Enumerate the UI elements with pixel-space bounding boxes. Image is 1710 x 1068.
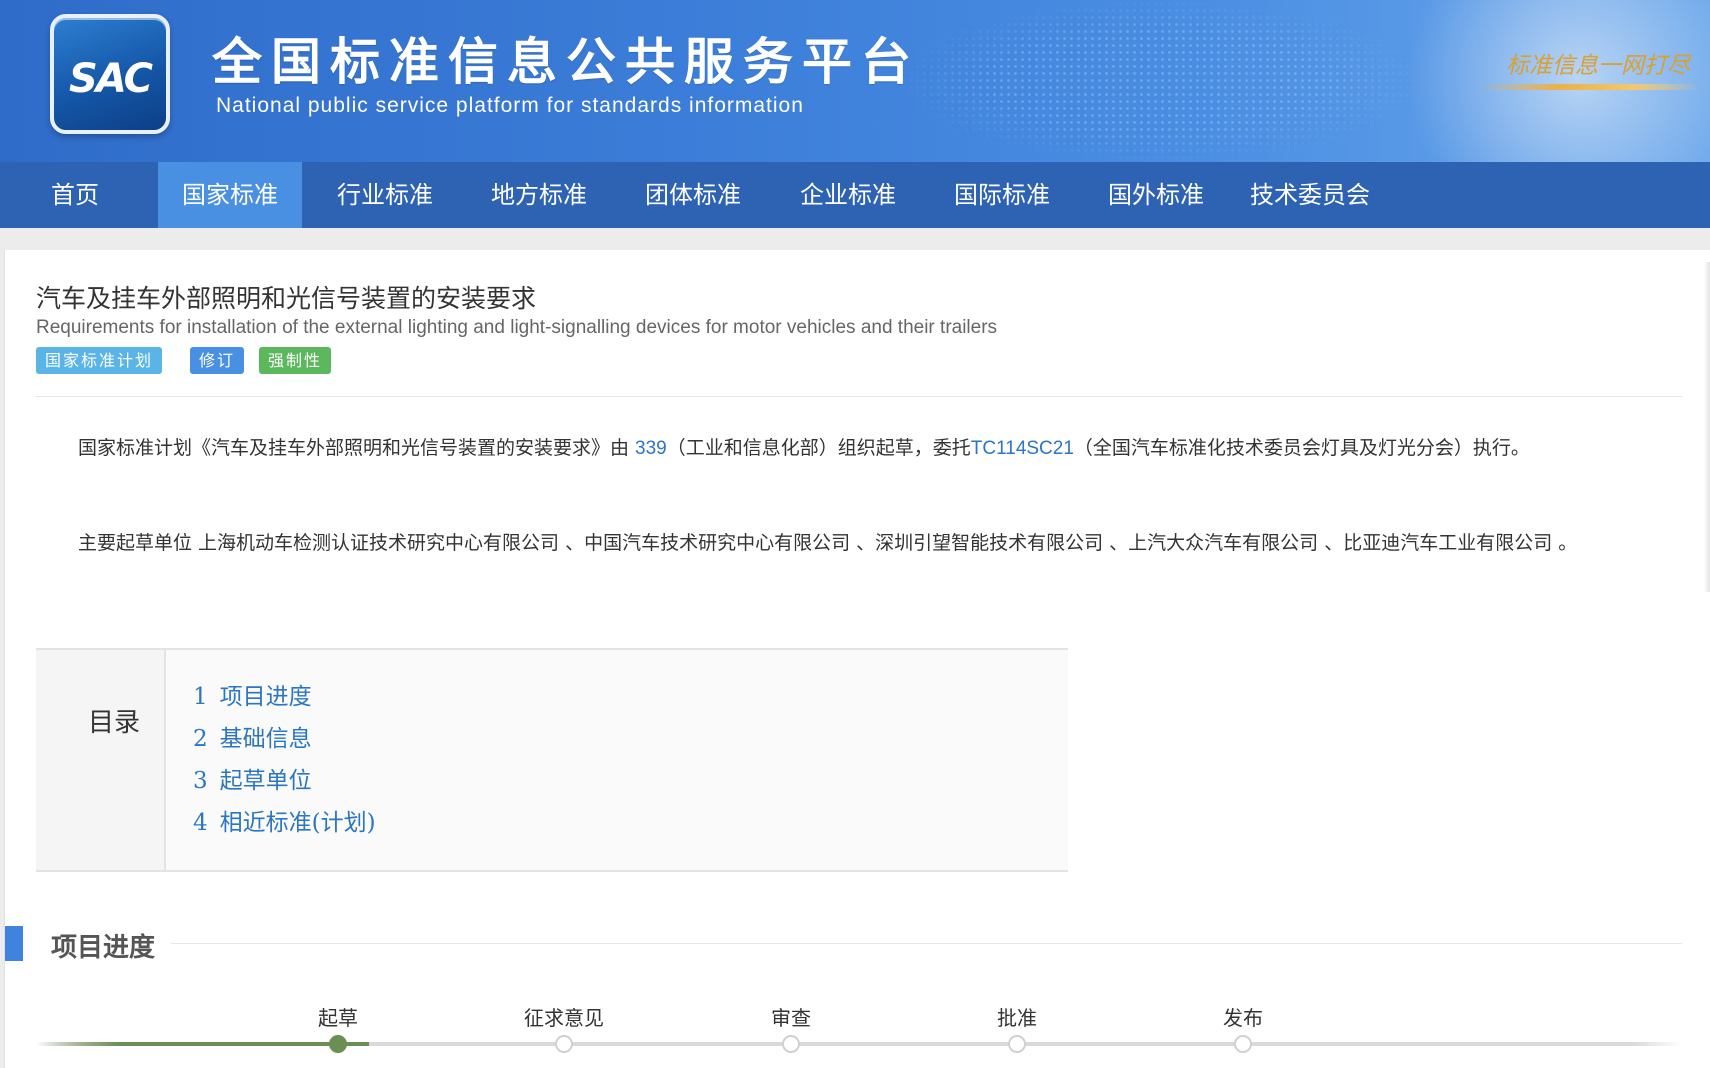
toc-item-label: 项目进度 (219, 684, 312, 710)
toc-item-label: 基础信息 (219, 726, 312, 752)
progress-track-completed (36, 1042, 369, 1046)
toc-item-label: 相近标准(计划) (219, 810, 376, 836)
site-title: 全国标准信息公共服务平台 (212, 33, 920, 91)
toc-item-progress[interactable]: 1 项目进度 (193, 677, 312, 711)
toc-item-basic-info[interactable]: 2 基础信息 (193, 719, 312, 753)
description-text-c: （全国汽车标准化技术委员会灯具及灯光分会）执行。 (1073, 437, 1530, 459)
main-nav: 首页 国家标准 行业标准 地方标准 团体标准 企业标准 国际标准 国外标准 技术… (0, 162, 1710, 228)
progress-step-label: 批准 (997, 1006, 1037, 1030)
progress-step-label: 发布 (1223, 1006, 1263, 1030)
description-text-b: （工业和信息化部）组织起草，委托 (666, 437, 971, 459)
toc-item-label: 起草单位 (219, 768, 312, 794)
sac-logo[interactable]: SAC (50, 14, 170, 134)
nav-item-technical-committees[interactable]: 技术委员会 (1238, 162, 1382, 228)
nav-item-group-standards[interactable]: 团体标准 (621, 162, 765, 228)
slogan-underline (1480, 84, 1700, 90)
nav-item-international-standards[interactable]: 国际标准 (930, 162, 1074, 228)
toc-item-similar-standards[interactable]: 4 相近标准(计划) (193, 803, 376, 837)
section-marker (5, 926, 23, 961)
nav-item-national-standards[interactable]: 国家标准 (158, 162, 302, 228)
progress-step-dot (329, 1035, 347, 1053)
world-map-decoration (900, 0, 1420, 162)
section-divider (171, 943, 1682, 944)
nav-item-local-standards[interactable]: 地方标准 (467, 162, 611, 228)
toc-item-drafting-units[interactable]: 3 起草单位 (193, 761, 312, 795)
tag-revision: 修订 (190, 347, 245, 374)
department-link[interactable]: 339 (635, 438, 667, 459)
progress-step-label: 起草 (318, 1006, 358, 1030)
progress-step-label: 征求意见 (524, 1006, 604, 1030)
progress-section-title: 项目进度 (51, 933, 156, 963)
site-slogan: 标准信息一网打尽 (1506, 53, 1690, 79)
description-text-a: 国家标准计划《汽车及挂车外部照明和光信号装置的安装要求》由 (78, 437, 636, 459)
progress-step-label: 审查 (771, 1006, 811, 1030)
logo-text: SAC (69, 56, 153, 102)
progress-step-dot (782, 1035, 800, 1053)
tag-mandatory: 强制性 (259, 347, 332, 374)
toc-heading: 目录 (88, 708, 141, 738)
toc-item-number: 4 (193, 810, 208, 836)
nav-item-enterprise-standards[interactable]: 企业标准 (776, 162, 920, 228)
standard-title-en: Requirements for installation of the ext… (36, 317, 998, 338)
standard-title: 汽车及挂车外部照明和光信号装置的安装要求 (36, 284, 537, 313)
title-divider (36, 396, 1682, 397)
nav-item-home[interactable]: 首页 (20, 162, 130, 228)
tag-plan-type: 国家标准计划 (36, 347, 163, 374)
toc-heading-cell: 目录 (36, 650, 166, 870)
table-of-contents: 目录 1 项目进度 2 基础信息 3 起草单位 4 相近标准(计划) (36, 648, 1068, 872)
toc-item-number: 3 (193, 768, 208, 794)
toc-item-number: 2 (193, 726, 208, 752)
nav-item-industry-standards[interactable]: 行业标准 (313, 162, 457, 228)
site-subtitle: National public service platform for sta… (216, 94, 804, 117)
nav-item-foreign-standards[interactable]: 国外标准 (1084, 162, 1228, 228)
progress-step-dot (555, 1035, 573, 1053)
toc-item-number: 1 (193, 684, 208, 710)
progress-step-dot (1008, 1035, 1026, 1053)
progress-step-dot (1234, 1035, 1252, 1053)
site-banner: SAC 全国标准信息公共服务平台 National public service… (0, 0, 1710, 162)
description-paragraph: 国家标准计划《汽车及挂车外部照明和光信号装置的安装要求》由 339（工业和信息化… (36, 430, 1676, 467)
committee-link[interactable]: TC114SC21 (971, 438, 1074, 459)
content-card: 汽车及挂车外部照明和光信号装置的安装要求 Requirements for in… (4, 250, 1710, 1068)
drafting-units-paragraph: 主要起草单位 上海机动车检测认证技术研究中心有限公司 、中国汽车技术研究中心有限… (78, 532, 1578, 554)
scrollbar-edge[interactable] (1704, 262, 1710, 592)
globe-decoration (1380, 0, 1710, 162)
